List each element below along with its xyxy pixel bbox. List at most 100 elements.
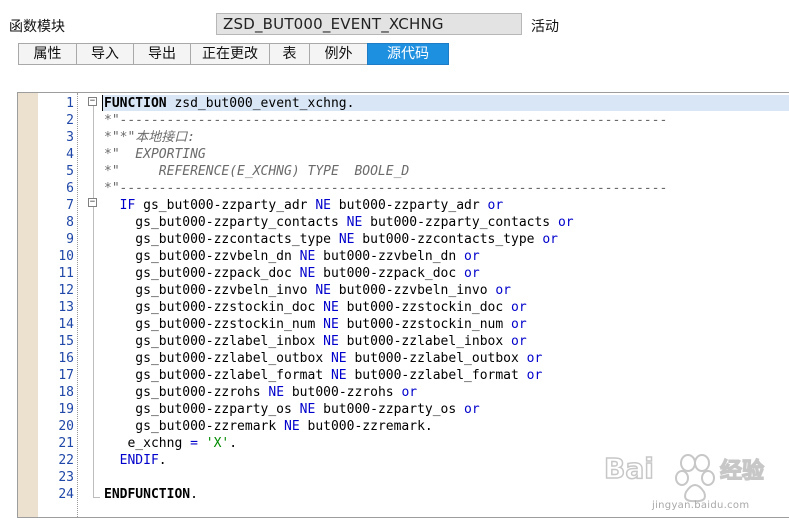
code-token: but000-zzrohs <box>284 385 402 400</box>
code-line[interactable]: 2 *"-------------------------------------… <box>18 112 789 129</box>
line-number: 15 <box>58 334 74 349</box>
code-line[interactable]: 21 e_xchng = 'X'. <box>18 435 789 452</box>
code-line[interactable]: 9 gs_but000-zzcontacts_type NE but000-zz… <box>18 231 789 248</box>
line-number: 16 <box>58 351 74 366</box>
tab-source-code[interactable]: 源代码 <box>367 43 449 65</box>
line-number: 12 <box>58 283 74 298</box>
code-token: but000-zzparty_contacts <box>362 215 558 230</box>
code-line[interactable]: 15 gs_but000-zzlabel_inbox NE but000-zzl… <box>18 333 789 350</box>
code-line[interactable]: 3 *"*"本地接口: <box>18 129 789 146</box>
code-token: FUNCTION <box>104 96 167 111</box>
code-token: NE <box>315 283 331 298</box>
code-token: . <box>229 436 238 451</box>
line-number: 21 <box>58 436 74 451</box>
function-module-name-field[interactable]: ZSD_BUT000_EVENT_XCHNG <box>216 13 522 35</box>
code-token: gs_but000-zzcontacts_type <box>104 232 339 247</box>
code-text: gs_but000-zzrohs NE but000-zzrohs or <box>104 384 417 401</box>
code-line[interactable]: 8 gs_but000-zzparty_contacts NE but000-z… <box>18 214 789 231</box>
code-line[interactable]: 16 gs_but000-zzlabel_outbox NE but000-zz… <box>18 350 789 367</box>
code-token: or <box>557 215 574 230</box>
code-line[interactable]: 12 gs_but000-zzvbeln_invo NE but000-zzvb… <box>18 282 789 299</box>
code-token: but000-zzlabel_format <box>346 368 527 383</box>
code-token: zsd_but000_event_xchng. <box>166 96 355 111</box>
code-token: NE <box>268 385 285 400</box>
code-token: NE <box>323 334 339 349</box>
tab-exceptions[interactable]: 例外 <box>309 43 367 65</box>
code-text: gs_but000-zzlabel_outbox NE but000-zzlab… <box>104 350 542 367</box>
code-line[interactable]: 14 gs_but000-zzstockin_num NE but000-zzs… <box>18 316 789 333</box>
code-token: NE <box>299 402 316 417</box>
code-token: NE <box>338 232 355 247</box>
code-line[interactable]: 19 gs_but000-zzparty_os NE but000-zzpart… <box>18 401 789 418</box>
code-token: gs_but000-zzparty_contacts <box>104 215 347 230</box>
tab-export[interactable]: 导出 <box>133 43 190 65</box>
code-token: ENDFUNCTION <box>104 487 191 502</box>
code-token: but000-zzlabel_inbox <box>338 334 511 349</box>
line-number: 8 <box>66 215 74 230</box>
code-token: *"--------------------------------------… <box>104 113 668 128</box>
code-token: gs_but000-zzvbeln_invo <box>104 283 316 298</box>
code-token: but000-zzparty_os <box>315 402 465 417</box>
code-token: *"*"本地接口: <box>104 130 196 145</box>
line-number: 13 <box>58 300 74 315</box>
code-line[interactable]: 4 *" EXPORTING <box>18 146 789 163</box>
code-line[interactable]: 7 IF gs_but000-zzparty_adr NE but000-zzp… <box>18 197 789 214</box>
code-token: or <box>542 232 558 247</box>
code-text: e_xchng = 'X'. <box>104 435 237 452</box>
code-line[interactable]: 5 *" REFERENCE(E_XCHNG) TYPE BOOLE_D <box>18 163 789 180</box>
code-token: gs_but000-zzstockin_num <box>104 317 324 332</box>
code-token: = <box>190 436 198 451</box>
tab-import[interactable]: 导入 <box>76 43 133 65</box>
tab-attributes[interactable]: 属性 <box>18 43 76 65</box>
code-line[interactable]: 6 *"-------------------------------------… <box>18 180 789 197</box>
code-token: but000-zzremark. <box>299 419 433 434</box>
code-token: *" REFERENCE(E_XCHNG) TYPE BOOLE_D <box>104 164 410 179</box>
code-line[interactable]: 18 gs_but000-zzrohs NE but000-zzrohs or <box>18 384 789 401</box>
code-text: gs_but000-zzlabel_inbox NE but000-zzlabe… <box>104 333 527 350</box>
code-token: or <box>511 334 527 349</box>
code-text: gs_but000-zzpack_doc NE but000-zzpack_do… <box>104 265 480 282</box>
status-text: 活动 <box>531 19 559 35</box>
code-token: gs_but000-zzlabel_outbox <box>104 351 331 366</box>
code-token: gs_but000-zzpack_doc <box>104 266 300 281</box>
code-line[interactable]: 1 FUNCTION zsd_but000_event_xchng. <box>18 95 789 112</box>
code-token: but000-zzparty_adr <box>330 198 488 213</box>
code-token: gs_but000-zzremark <box>104 419 285 434</box>
code-lines: 1 FUNCTION zsd_but000_event_xchng. 2 *"----… <box>18 95 789 503</box>
code-token: NE <box>323 317 339 332</box>
code-token: . <box>158 453 167 468</box>
code-line[interactable]: 13 gs_but000-zzstockin_doc NE but000-zzs… <box>18 299 789 316</box>
code-token: but000-zzlabel_outbox <box>346 351 527 366</box>
code-token: but000-zzvbeln_dn <box>315 249 465 264</box>
code-line[interactable]: 10 gs_but000-zzvbeln_dn NE but000-zzvbel… <box>18 248 789 265</box>
code-line[interactable]: 20 gs_but000-zzremark NE but000-zzremark… <box>18 418 789 435</box>
code-text: *" REFERENCE(E_XCHNG) TYPE BOOLE_D <box>104 163 409 180</box>
code-text: IF gs_but000-zzparty_adr NE but000-zzpar… <box>104 197 504 214</box>
tab-changing[interactable]: 正在更改 <box>190 43 269 65</box>
code-token: or <box>464 402 480 417</box>
line-number: 19 <box>58 402 74 417</box>
code-line[interactable]: 11 gs_but000-zzpack_doc NE but000-zzpack… <box>18 265 789 282</box>
code-token: NE <box>315 198 331 213</box>
code-line[interactable]: 23 <box>18 469 789 486</box>
code-token: gs_but000-zzstockin_doc <box>104 300 324 315</box>
code-text: gs_but000-zzparty_os NE but000-zzparty_o… <box>104 401 480 418</box>
code-line[interactable]: 22 ENDIF. <box>18 452 789 469</box>
code-text: *"*"本地接口: <box>104 129 195 146</box>
code-text: gs_but000-zzvbeln_dn NE but000-zzvbeln_d… <box>104 248 479 265</box>
header-label: 函数模块 <box>9 19 65 35</box>
tab-tables[interactable]: 表 <box>269 43 309 65</box>
code-text: gs_but000-zzlabel_format NE but000-zzlab… <box>104 367 542 384</box>
line-number: 2 <box>66 113 74 128</box>
code-token: or <box>464 266 480 281</box>
code-text: ENDFUNCTION. <box>104 486 198 503</box>
code-token: NE <box>299 266 316 281</box>
code-text: FUNCTION zsd_but000_event_xchng. <box>104 95 354 112</box>
code-line[interactable]: 17 gs_but000-zzlabel_format NE but000-zz… <box>18 367 789 384</box>
code-token: gs_but000-zzlabel_format <box>104 368 331 383</box>
code-text: gs_but000-zzparty_contacts NE but000-zzp… <box>104 214 574 231</box>
code-token: e_xchng <box>104 436 191 451</box>
code-editor[interactable]: − − 1 FUNCTION zsd_but000_event_xchng. 2 *"… <box>17 92 789 518</box>
line-number: 4 <box>66 147 74 162</box>
